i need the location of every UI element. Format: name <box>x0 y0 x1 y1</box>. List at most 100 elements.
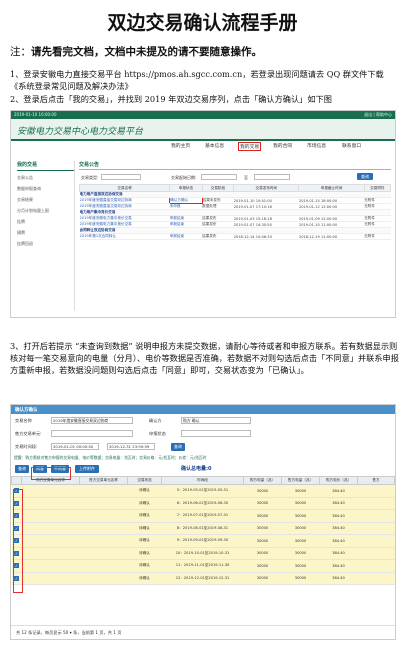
confirm-row: ✓ 待确认 8：2019-08-01至2019-08-31 30000 30000 384… <box>11 522 395 535</box>
step-3-text: 3、打开后若提示 “未查询到数据” 说明申报方未提交数据，请耐心等待或者和申报方… <box>10 341 399 375</box>
agree-button[interactable]: 同意 <box>33 465 47 473</box>
action-bar: 查询 同意 不同意 上传附件 确认总电量:0 <box>11 462 395 476</box>
checkbox-checked-icon[interactable]: ✓ <box>14 500 19 506</box>
status-select[interactable] <box>181 430 251 437</box>
cell-buyer-volume: 30000 <box>243 484 282 498</box>
sidebar-header: 我的交易 <box>17 161 74 171</box>
nav-market-info[interactable]: 市场信息 <box>307 142 326 149</box>
sidebar-item-delisting[interactable]: 摘牌 <box>17 226 74 237</box>
sidebar-item-monthly-plan[interactable]: 分月计划电量上报 <box>17 204 74 215</box>
confirm-dialog-screenshot: 确认方确认 交易名称 2019年度安徽直接交易双边协商 确认方 购方 确认 售方… <box>10 404 396 640</box>
cell-seller-volume: 30000 <box>281 572 320 585</box>
form-row-3: 交易时间段: 2019-01-01 00:00:00 2019-12-31 23… <box>11 440 395 453</box>
cell-buyer-volume: 30000 <box>243 534 282 548</box>
cell-period: 5：2019-05-01至2019-05-31 <box>161 484 244 498</box>
upload-attachment-button[interactable]: 上传附件 <box>75 465 99 473</box>
row-checkbox[interactable]: ✓ <box>11 547 22 560</box>
cell-trade-state: 待确认 <box>127 534 162 548</box>
cell-seller-unit <box>79 522 128 535</box>
step-2-text: 2、登录后点击「我的交易」，并找到 2019 年双边交易序列，点击「确认方确认」… <box>10 94 332 104</box>
announcement-table: 交易名称 申报状态 交易阶段 交易发布时间 申报截止时间 交易附件 电力用户直接… <box>78 184 392 240</box>
cell-trade-state: 待确认 <box>127 509 162 523</box>
section-title: 交易公告 <box>79 161 391 170</box>
form-search-button[interactable]: 查询 <box>171 443 185 451</box>
checkbox-checked-icon[interactable]: ✓ <box>14 575 19 581</box>
row-checkbox[interactable]: ✓ <box>11 559 22 573</box>
cell-buyer-volume: 30000 <box>243 509 282 523</box>
nav-basic-info[interactable]: 基本信息 <box>205 142 224 149</box>
cell-name[interactable]: 2019年第1次合同转让 <box>79 233 170 240</box>
row-checkbox[interactable]: ✓ <box>11 522 22 535</box>
confirm-row: ✓ 待确认 10：2019-10-01至2019-10-31 30000 30000 38… <box>11 547 395 560</box>
cell-seller-unit <box>79 547 128 560</box>
row-checkbox[interactable]: ✓ <box>11 572 22 585</box>
nav-home[interactable]: 我的主页 <box>171 142 190 149</box>
confirm-row: ✓ 待确认 7：2019-07-01至2019-07-31 30000 30000 384… <box>11 509 395 523</box>
cell-seller <box>357 547 395 560</box>
col-buyer-volume: 购方电量（兆） <box>243 476 282 485</box>
cell-seller-volume: 30000 <box>281 509 320 523</box>
nav-my-trades[interactable]: 我的交易 <box>238 142 262 151</box>
confirmer-field: 购方 确认 <box>181 417 251 424</box>
cell-buyer-unit <box>21 559 80 573</box>
checkbox-checked-icon[interactable]: ✓ <box>14 563 19 569</box>
cell-buyer-unit <box>21 484 80 498</box>
total-volume: 确认总电量:0 <box>181 466 212 472</box>
cell-seller <box>357 572 395 585</box>
cell-seller <box>357 484 395 498</box>
cell-buyer-unit <box>21 522 80 535</box>
cell-buyer-price: 384.40 <box>319 559 358 573</box>
row-checkbox[interactable]: ✓ <box>11 509 22 523</box>
checkbox-checked-icon[interactable]: ✓ <box>14 488 19 494</box>
col-buyer-price: 购方电价（兆） <box>319 476 358 485</box>
checkbox-checked-icon[interactable]: ✓ <box>14 550 19 556</box>
row-checkbox[interactable]: ✓ <box>11 484 22 498</box>
row-checkbox[interactable]: ✓ <box>11 497 22 510</box>
cell-seller <box>357 522 395 535</box>
sidebar-item-listing-rollback[interactable]: 挂牌回退 <box>17 237 74 248</box>
cell-period: 11：2019-11-01至2019-11-30 <box>161 559 244 573</box>
filter-to-label: 至 <box>244 175 248 180</box>
note-prefix: 注： <box>10 46 31 58</box>
nav-my-contracts[interactable]: 我的合同 <box>273 142 292 149</box>
checkbox-checked-icon[interactable]: ✓ <box>14 538 19 544</box>
end-date-input[interactable] <box>254 174 290 180</box>
dialog-title: 确认方确认 <box>11 405 395 414</box>
disagree-button[interactable]: 不同意 <box>51 465 69 473</box>
sidebar-item-data-query[interactable]: 数据申报查询 <box>17 182 74 193</box>
col-check <box>11 476 22 485</box>
cell-seller-volume: 30000 <box>281 534 320 548</box>
cell-trade-state: 待确认 <box>127 572 162 585</box>
cell-buyer-unit <box>21 547 80 560</box>
period-from-input[interactable]: 2019-01-01 00:00:00 <box>51 443 99 450</box>
checkbox-checked-icon[interactable]: ✓ <box>14 513 19 519</box>
seller-unit-select[interactable] <box>51 430 133 437</box>
col-seller: 售方 <box>357 476 395 485</box>
platform-header: 安徽电力交易中心电力交易平台 <box>11 119 395 141</box>
sidebar-item-listing[interactable]: 挂牌 <box>17 215 74 226</box>
query-button[interactable]: 查询 <box>15 465 29 473</box>
confirm-row: ✓ 待确认 5：2019-05-01至2019-05-31 30000 30000 384… <box>11 484 395 498</box>
cell-seller <box>357 534 395 548</box>
cell-buyer-volume: 30000 <box>243 497 282 510</box>
sidebar-item-announcement[interactable]: 交易公告 <box>17 171 74 182</box>
checkbox-checked-icon[interactable]: ✓ <box>14 525 19 531</box>
platform-topbar: 2019-01-10 16:00:00 退出 | 帮助中心 <box>11 111 395 119</box>
col-period: 时间段 <box>161 476 244 485</box>
period-to-input[interactable]: 2019-12-31 23:59:59 <box>107 443 155 450</box>
cell-seller-unit <box>79 572 128 585</box>
start-date-input[interactable] <box>201 174 237 180</box>
trade-type-select[interactable] <box>101 174 141 180</box>
cell-buyer-price: 384.40 <box>319 547 358 560</box>
sidebar-item-results[interactable]: 交易结果 <box>17 193 74 204</box>
cell-trade-state: 待确认 <box>127 547 162 560</box>
topbar-links[interactable]: 退出 | 帮助中心 <box>364 112 392 118</box>
cell-status[interactable]: 申报结束 <box>169 233 203 240</box>
search-button[interactable]: 查询 <box>357 173 373 180</box>
cell-buyer-price: 384.40 <box>319 522 358 535</box>
row-checkbox[interactable]: ✓ <box>11 534 22 548</box>
cell-period: 10：2019-10-01至2019-10-31 <box>161 547 244 560</box>
nav-contact[interactable]: 联系窗口 <box>342 142 361 149</box>
cell-pub: 2018-12-14 10:46:33 <box>233 233 299 240</box>
cell-buyer-unit <box>21 534 80 548</box>
